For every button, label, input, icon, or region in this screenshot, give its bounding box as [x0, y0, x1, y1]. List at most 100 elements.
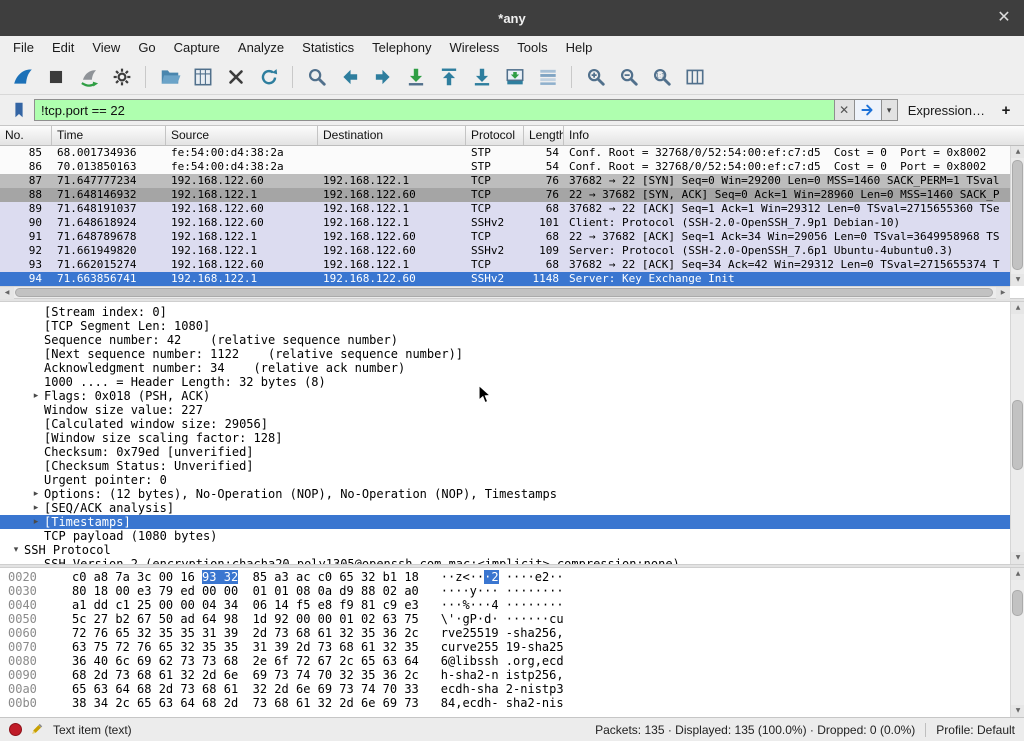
hex-bytes[interactable]: 68 2d 73 68 61 32 2d 6e 69 73 74 70 32 3…	[72, 668, 419, 682]
hex-bytes[interactable]: 63 75 72 76 65 32 35 35 31 39 2d 73 68 6…	[72, 640, 419, 654]
hex-bytes[interactable]: c0 a8 7a 3c 00 16 93 32 85 a3 ac c0 65 3…	[72, 570, 419, 584]
hex-bytes[interactable]: 36 40 6c 69 62 73 73 68 2e 6f 72 67 2c 6…	[72, 654, 419, 668]
menu-tools[interactable]: Tools	[508, 37, 556, 58]
detail-line[interactable]: Urgent pointer: 0	[0, 473, 1024, 487]
scrollbar-thumb[interactable]	[1012, 590, 1023, 616]
scroll-down-icon[interactable]: ▼	[1011, 705, 1024, 717]
titlebar[interactable]: *any ✕	[0, 0, 1024, 36]
capture-options-icon[interactable]	[107, 63, 136, 91]
expander-icon[interactable]: ▸	[28, 389, 44, 403]
hex-row-0060[interactable]: 006072 76 65 32 35 35 31 39 2d 73 68 61 …	[0, 626, 1024, 640]
close-window-icon[interactable]: ✕	[995, 9, 1013, 27]
hex-ascii[interactable]: ····y··· ········	[441, 584, 564, 598]
expander-icon[interactable]: ▾	[8, 543, 24, 557]
hex-bytes[interactable]: 5c 27 b2 67 50 ad 64 98 1d 92 00 00 01 0…	[72, 612, 419, 626]
expander-icon[interactable]: ▸	[28, 515, 44, 529]
packet-list-horizontal-scrollbar[interactable]: ◀ ▶	[0, 286, 1010, 298]
restart-capture-icon[interactable]	[74, 63, 103, 91]
start-capture-icon[interactable]	[8, 63, 37, 91]
go-first-icon[interactable]	[434, 63, 463, 91]
packet-row-87[interactable]: 8771.647777234192.168.122.60192.168.122.…	[0, 174, 1010, 188]
menu-file[interactable]: File	[4, 37, 43, 58]
reload-file-icon[interactable]	[254, 63, 283, 91]
detail-line[interactable]: Sequence number: 42 (relative sequence n…	[0, 333, 1024, 347]
close-file-icon[interactable]	[221, 63, 250, 91]
go-to-packet-icon[interactable]	[401, 63, 430, 91]
detail-line[interactable]: ▸[Timestamps]	[0, 515, 1024, 529]
hex-ascii[interactable]: ecdh-sha 2-nistp3	[441, 682, 564, 696]
menu-statistics[interactable]: Statistics	[293, 37, 363, 58]
zoom-out-icon[interactable]	[614, 63, 643, 91]
hex-ascii[interactable]: h-sha2-n istp256,	[441, 668, 564, 682]
menu-analyze[interactable]: Analyze	[229, 37, 293, 58]
scrollbar-thumb[interactable]	[15, 288, 993, 297]
stop-capture-icon[interactable]	[41, 63, 70, 91]
hex-vertical-scrollbar[interactable]: ▲ ▼	[1010, 568, 1024, 717]
detail-line[interactable]: [TCP Segment Len: 1080]	[0, 319, 1024, 333]
scrollbar-thumb[interactable]	[1012, 400, 1023, 470]
hex-bytes[interactable]: 65 63 64 68 2d 73 68 61 32 2d 6e 69 73 7…	[72, 682, 419, 696]
detail-line[interactable]: ▸[SEQ/ACK analysis]	[0, 501, 1024, 515]
column-header-destination[interactable]: Destination	[318, 126, 466, 145]
hex-bytes[interactable]: 80 18 00 e3 79 ed 00 00 01 01 08 0a d9 8…	[72, 584, 419, 598]
detail-line[interactable]: ▸Options: (12 bytes), No-Operation (NOP)…	[0, 487, 1024, 501]
scroll-down-icon[interactable]: ▼	[1011, 552, 1024, 564]
detail-line[interactable]: Checksum: 0x79ed [unverified]	[0, 445, 1024, 459]
scrollbar-thumb[interactable]	[1012, 160, 1023, 270]
detail-line[interactable]: [Stream index: 0]	[0, 305, 1024, 319]
column-header-length[interactable]: Length	[524, 126, 564, 145]
expression-button[interactable]: Expression…	[898, 103, 995, 118]
detail-line[interactable]: SSH Version 2 (encryption:chacha20-poly1…	[0, 557, 1024, 564]
hex-ascii[interactable]: curve255 19-sha25	[441, 640, 564, 654]
hex-row-0040[interactable]: 0040a1 dd c1 25 00 00 04 34 06 14 f5 e8 …	[0, 598, 1024, 612]
menu-capture[interactable]: Capture	[165, 37, 229, 58]
hex-ascii[interactable]: 6@libssh .org,ecd	[441, 654, 564, 668]
hex-row-0030[interactable]: 003080 18 00 e3 79 ed 00 00 01 01 08 0a …	[0, 584, 1024, 598]
scroll-up-icon[interactable]: ▲	[1011, 146, 1024, 158]
zoom-reset-icon[interactable]: 1:1	[647, 63, 676, 91]
detail-line[interactable]: [Window size scaling factor: 128]	[0, 431, 1024, 445]
profile-label[interactable]: Profile: Default	[936, 723, 1015, 737]
details-vertical-scrollbar[interactable]: ▲ ▼	[1010, 302, 1024, 564]
detail-line[interactable]: [Checksum Status: Unverified]	[0, 459, 1024, 473]
packet-row-89[interactable]: 8971.648191037192.168.122.60192.168.122.…	[0, 202, 1010, 216]
packet-row-86[interactable]: 8670.013850163fe:54:00:d4:38:2aSTP54Conf…	[0, 160, 1010, 174]
scroll-down-icon[interactable]: ▼	[1011, 274, 1024, 286]
detail-line[interactable]: TCP payload (1080 bytes)	[0, 529, 1024, 543]
scroll-left-icon[interactable]: ◀	[0, 287, 14, 299]
hex-bytes[interactable]: a1 dd c1 25 00 00 04 34 06 14 f5 e8 f9 8…	[72, 598, 419, 612]
detail-line[interactable]: Acknowledgment number: 34 (relative ack …	[0, 361, 1024, 375]
menu-go[interactable]: Go	[129, 37, 164, 58]
detail-line[interactable]: [Next sequence number: 1122 (relative se…	[0, 347, 1024, 361]
filter-apply-icon[interactable]	[855, 99, 882, 121]
find-packet-icon[interactable]	[302, 63, 331, 91]
column-header-info[interactable]: Info	[564, 126, 1024, 145]
expander-icon[interactable]: ▸	[28, 501, 44, 515]
packet-row-93[interactable]: 9371.662015274192.168.122.60192.168.122.…	[0, 258, 1010, 272]
go-last-icon[interactable]	[467, 63, 496, 91]
detail-line[interactable]: Window size value: 227	[0, 403, 1024, 417]
menu-wireless[interactable]: Wireless	[440, 37, 508, 58]
column-header-protocol[interactable]: Protocol	[466, 126, 524, 145]
detail-line[interactable]: ▸Flags: 0x018 (PSH, ACK)	[0, 389, 1024, 403]
colorize-icon[interactable]	[533, 63, 562, 91]
open-file-icon[interactable]	[155, 63, 184, 91]
scroll-up-icon[interactable]: ▲	[1011, 568, 1024, 580]
menu-edit[interactable]: Edit	[43, 37, 83, 58]
filter-add-button[interactable]: +	[995, 102, 1017, 119]
hex-ascii[interactable]: 84,ecdh- sha2-nis	[441, 696, 564, 710]
capture-comment-icon[interactable]	[29, 722, 44, 737]
hex-ascii[interactable]: ··z<···2 ····e2··	[441, 570, 564, 584]
zoom-in-icon[interactable]	[581, 63, 610, 91]
column-header-no[interactable]: No.	[0, 126, 52, 145]
hex-bytes[interactable]: 72 76 65 32 35 35 31 39 2d 73 68 61 32 3…	[72, 626, 419, 640]
resize-columns-icon[interactable]	[680, 63, 709, 91]
hex-row-00a0[interactable]: 00a065 63 64 68 2d 73 68 61 32 2d 6e 69 …	[0, 682, 1024, 696]
go-forward-icon[interactable]	[368, 63, 397, 91]
scroll-right-icon[interactable]: ▶	[996, 287, 1010, 299]
hex-row-0070[interactable]: 007063 75 72 76 65 32 35 35 31 39 2d 73 …	[0, 640, 1024, 654]
detail-line[interactable]: 1000 .... = Header Length: 32 bytes (8)	[0, 375, 1024, 389]
hex-bytes[interactable]: 38 34 2c 65 63 64 68 2d 73 68 61 32 2d 6…	[72, 696, 419, 710]
display-filter-input[interactable]: !tcp.port == 22	[34, 99, 835, 121]
hex-row-0080[interactable]: 008036 40 6c 69 62 73 73 68 2e 6f 72 67 …	[0, 654, 1024, 668]
